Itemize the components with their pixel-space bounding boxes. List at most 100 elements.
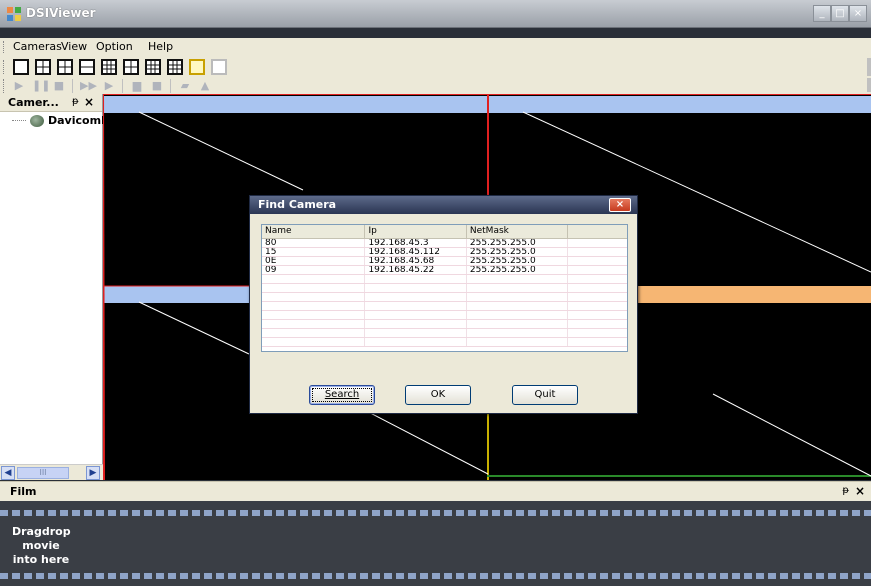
play-icon[interactable]: ▶ bbox=[12, 79, 26, 93]
toolbar-separator bbox=[122, 79, 123, 93]
table-cell bbox=[467, 320, 569, 328]
column-header-ip[interactable]: Ip bbox=[365, 225, 467, 238]
layout-toolbar bbox=[0, 56, 871, 78]
table-cell: 255.255.255.0 bbox=[467, 266, 569, 274]
pin-icon[interactable]: ᵽ bbox=[72, 96, 79, 107]
column-header-netmask[interactable]: NetMask bbox=[467, 225, 569, 238]
table-row[interactable]: 0E 192.168.45.68 255.255.255.0 bbox=[262, 257, 627, 266]
menu-view[interactable]: View bbox=[61, 40, 87, 53]
dialog-title-bar[interactable]: Find Camera × bbox=[250, 196, 637, 214]
layout-1plus7-icon[interactable] bbox=[79, 59, 95, 75]
scroll-thumb[interactable]: III bbox=[17, 467, 69, 479]
search-button[interactable]: Search bbox=[309, 385, 375, 405]
minimize-button[interactable]: _ bbox=[813, 5, 831, 22]
search-button-label: Search bbox=[324, 389, 360, 400]
toolbar-grip[interactable] bbox=[3, 79, 5, 93]
table-cell bbox=[568, 311, 627, 319]
scroll-right-icon[interactable]: ▶ bbox=[86, 466, 100, 480]
table-cell bbox=[262, 302, 366, 310]
film-panel-title: Film bbox=[10, 485, 37, 498]
menu-cameras[interactable]: Cameras bbox=[13, 40, 62, 53]
table-cell: 80 bbox=[262, 239, 366, 247]
camera-list-header: Name Ip NetMask bbox=[262, 225, 627, 239]
table-cell bbox=[568, 320, 627, 328]
table-cell: 192.168.45.3 bbox=[365, 239, 467, 247]
pause-icon[interactable]: ❚❚ bbox=[32, 79, 50, 93]
table-cell bbox=[568, 293, 627, 301]
table-row[interactable]: 80 192.168.45.3 255.255.255.0 bbox=[262, 239, 627, 248]
scroll-left-icon[interactable]: ◀ bbox=[1, 466, 15, 480]
menu-help[interactable]: Help bbox=[148, 40, 173, 53]
toolbar-grip[interactable] bbox=[3, 60, 5, 74]
table-cell: 0E bbox=[262, 257, 366, 265]
table-row[interactable]: 09 192.168.45.22 255.255.255.0 bbox=[262, 266, 627, 275]
table-cell: 255.255.255.0 bbox=[467, 248, 569, 256]
drop-hint-line: into here bbox=[12, 553, 70, 566]
app-icon bbox=[7, 7, 21, 21]
close-icon[interactable]: × bbox=[84, 95, 94, 109]
film-perforation-bottom bbox=[0, 573, 871, 579]
table-cell: 192.168.45.68 bbox=[365, 257, 467, 265]
toolbar-overflow[interactable] bbox=[867, 78, 871, 92]
layout-4x4-icon[interactable] bbox=[145, 59, 161, 75]
tree-item-davicomip[interactable]: DavicomIp bbox=[12, 114, 113, 127]
channel-header-top-right bbox=[489, 96, 871, 113]
layout-fullscreen-icon[interactable] bbox=[189, 59, 205, 75]
table-cell bbox=[467, 311, 569, 319]
maximize-button[interactable]: □ bbox=[831, 5, 849, 22]
print-icon[interactable]: ▆ bbox=[130, 79, 144, 93]
camera-panel-header: Camer... ᵽ × bbox=[0, 94, 102, 112]
find-camera-dialog: Find Camera × Name Ip NetMask 80 192.168.… bbox=[249, 195, 638, 414]
table-row[interactable] bbox=[262, 275, 627, 284]
step-forward-icon[interactable]: ▶ bbox=[102, 79, 116, 93]
table-cell: 09 bbox=[262, 266, 366, 274]
table-cell bbox=[365, 338, 467, 346]
ok-button[interactable]: OK bbox=[405, 385, 471, 405]
menu-option[interactable]: Option bbox=[96, 40, 133, 53]
channel-header-top-left bbox=[103, 96, 488, 113]
table-cell bbox=[568, 302, 627, 310]
layout-3x3-icon[interactable] bbox=[101, 59, 117, 75]
toolbar-separator bbox=[72, 79, 73, 93]
menubar-grip[interactable] bbox=[3, 41, 5, 53]
camera-panel-scrollbar[interactable]: ◀ III ▶ bbox=[0, 464, 103, 480]
table-row[interactable] bbox=[262, 293, 627, 302]
column-header-name[interactable]: Name bbox=[262, 225, 366, 238]
dialog-close-button[interactable]: × bbox=[609, 198, 631, 212]
quit-button[interactable]: Quit bbox=[512, 385, 578, 405]
table-row[interactable] bbox=[262, 284, 627, 293]
toolbar-overflow[interactable] bbox=[867, 58, 871, 76]
layout-blank-icon[interactable] bbox=[211, 59, 227, 75]
close-window-button[interactable]: × bbox=[849, 5, 867, 22]
layout-1plus5-icon[interactable] bbox=[57, 59, 73, 75]
table-cell bbox=[365, 311, 467, 319]
drop-hint-line: movie bbox=[22, 539, 60, 552]
table-row[interactable] bbox=[262, 311, 627, 320]
record-icon[interactable]: ■ bbox=[150, 79, 164, 93]
layout-1x1-icon[interactable] bbox=[13, 59, 29, 75]
layout-1plus12-icon[interactable] bbox=[123, 59, 139, 75]
pin-icon[interactable]: ᵽ bbox=[842, 485, 849, 496]
table-row[interactable] bbox=[262, 338, 627, 347]
eject-icon[interactable]: ▲ bbox=[198, 79, 212, 93]
open-folder-icon[interactable]: ▰ bbox=[178, 79, 192, 93]
table-cell: 192.168.45.22 bbox=[365, 266, 467, 274]
quit-button-label: Quit bbox=[534, 389, 556, 400]
layout-2x2-icon[interactable] bbox=[35, 59, 51, 75]
camera-panel-title: Camer... bbox=[8, 96, 59, 109]
stop-icon[interactable]: ■ bbox=[52, 79, 66, 93]
table-cell bbox=[568, 338, 627, 346]
fast-forward-icon[interactable]: ▶▶ bbox=[80, 79, 97, 93]
film-strip[interactable]: Dragdrop movie into here bbox=[0, 501, 871, 586]
title-bar: DSIViewer _ □ × bbox=[0, 0, 871, 28]
table-row[interactable] bbox=[262, 320, 627, 329]
close-icon[interactable]: × bbox=[855, 484, 865, 498]
table-row[interactable]: 15 192.168.45.112 255.255.255.0 bbox=[262, 248, 627, 257]
table-row[interactable] bbox=[262, 302, 627, 311]
table-row[interactable] bbox=[262, 329, 627, 338]
column-header-extra[interactable] bbox=[568, 225, 627, 238]
layout-5x5-icon[interactable] bbox=[167, 59, 183, 75]
camera-list[interactable]: Name Ip NetMask 80 192.168.45.3 255.255.25… bbox=[261, 224, 628, 352]
table-cell bbox=[467, 284, 569, 292]
table-cell bbox=[568, 266, 627, 274]
